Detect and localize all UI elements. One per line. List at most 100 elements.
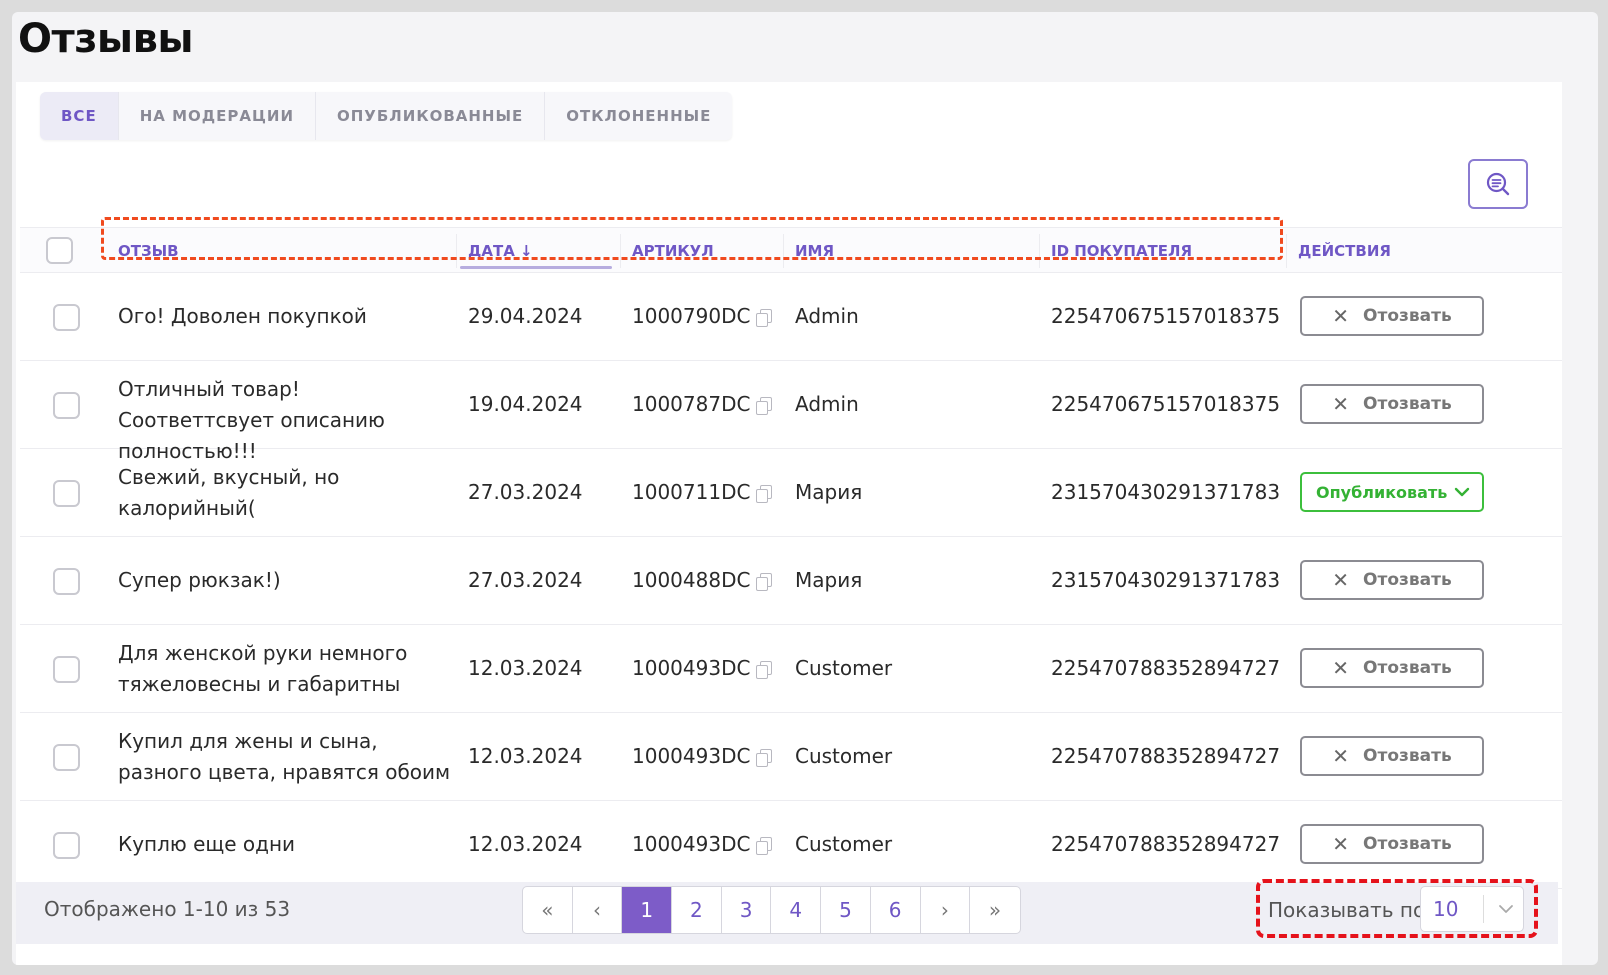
sku-cell: 1000493DC [632, 832, 773, 856]
prev-page-button[interactable]: ‹ [573, 887, 623, 933]
column-header-sku[interactable]: АРТИКУЛ [632, 228, 714, 274]
column-header-name[interactable]: ИМЯ [795, 228, 834, 274]
tab-all[interactable]: ВСЕ [40, 92, 119, 140]
copy-icon[interactable] [756, 661, 773, 679]
revoke-button[interactable]: ✕ Отозвать [1300, 296, 1484, 336]
publish-label: Опубликовать [1316, 482, 1448, 502]
review-date: 27.03.2024 [468, 480, 583, 504]
table-footer: Отображено 1-10 из 53 « ‹ 1 2 3 4 5 6 › … [16, 882, 1558, 944]
sku-cell: 1000711DC [632, 480, 773, 504]
row-checkbox[interactable] [53, 568, 80, 595]
table-row: Ого! Доволен покупкой 29.04.2024 1000790… [20, 273, 1562, 361]
row-checkbox[interactable] [53, 392, 80, 419]
sku-cell: 1000488DC [632, 568, 773, 592]
close-icon: ✕ [1332, 568, 1350, 592]
copy-icon[interactable] [756, 837, 773, 855]
first-page-button[interactable]: « [523, 887, 573, 933]
search-list-icon [1486, 172, 1510, 196]
page-button-3[interactable]: 3 [722, 887, 772, 933]
page-button-6[interactable]: 6 [871, 887, 921, 933]
last-page-button[interactable]: » [970, 887, 1020, 933]
review-text: Для женской руки немного тяжеловесны и г… [118, 641, 408, 696]
review-date: 12.03.2024 [468, 656, 583, 680]
tab-moderation[interactable]: НА МОДЕРАЦИИ [119, 92, 316, 140]
column-header-review[interactable]: ОТЗЫВ [118, 228, 179, 274]
column-divider [783, 234, 784, 268]
table-header: ОТЗЫВ ДАТА ↓ АРТИКУЛ ИМЯ ID ПОКУПАТЕЛЯ Д… [20, 227, 1562, 273]
customer-name: Customer [795, 744, 893, 768]
revoke-button[interactable]: ✕ Отозвать [1300, 384, 1484, 424]
pagination: « ‹ 1 2 3 4 5 6 › » [522, 886, 1021, 934]
copy-icon[interactable] [756, 309, 773, 327]
page-button-1[interactable]: 1 [622, 887, 673, 933]
review-date: 12.03.2024 [468, 744, 583, 768]
revoke-button[interactable]: ✕ Отозвать [1300, 648, 1484, 688]
column-header-actions: ДЕЙСТВИЯ [1298, 242, 1391, 260]
tab-rejected[interactable]: ОТКЛОНЕННЫЕ [545, 92, 732, 140]
row-checkbox[interactable] [53, 480, 80, 507]
copy-icon[interactable] [756, 573, 773, 591]
publish-dropdown-button[interactable]: Опубликовать [1300, 472, 1484, 512]
sort-indicator [460, 266, 612, 269]
close-icon: ✕ [1332, 304, 1350, 328]
table-row: Отличный товар! Соответтсвует описанию п… [20, 361, 1562, 463]
table-row: Для женской руки немного тяжеловесны и г… [20, 625, 1562, 713]
sku-value: 1000493DC [632, 832, 751, 856]
row-checkbox[interactable] [53, 832, 80, 859]
review-date: 27.03.2024 [468, 568, 583, 592]
close-icon: ✕ [1332, 392, 1350, 416]
tab-bar: ВСЕ НА МОДЕРАЦИИ ОПУБЛИКОВАННЫЕ ОТКЛОНЕН… [40, 92, 733, 140]
table-row: Купил для жены и сына, разного цвета, нр… [20, 713, 1562, 801]
sku-value: 1000787DC [632, 392, 751, 416]
customer-name: Мария [795, 480, 863, 504]
revoke-label: Отозвать [1363, 570, 1452, 590]
chevron-down-icon [1499, 905, 1513, 913]
sku-value: 1000790DC [632, 304, 751, 328]
column-divider [1286, 234, 1287, 268]
close-icon: ✕ [1332, 656, 1350, 680]
table-row: Куплю еще одни 12.03.2024 1000493DC Cust… [20, 801, 1562, 889]
select-all-checkbox[interactable] [46, 237, 73, 264]
review-date: 29.04.2024 [468, 304, 583, 328]
close-icon: ✕ [1332, 832, 1350, 856]
buyer-id: 231570430291371783 [1051, 480, 1281, 504]
buyer-id: 231570430291371783 [1051, 568, 1281, 592]
revoke-button[interactable]: ✕ Отозвать [1300, 560, 1484, 600]
copy-icon[interactable] [756, 397, 773, 415]
review-text: Купил для жены и сына, разного цвета, нр… [118, 729, 451, 784]
row-checkbox[interactable] [53, 656, 80, 683]
review-text: Свежий, вкусный, но калорийный( [118, 465, 340, 520]
revoke-label: Отозвать [1363, 394, 1452, 414]
revoke-button[interactable]: ✕ Отозвать [1300, 824, 1484, 864]
column-divider [456, 234, 457, 268]
page-button-4[interactable]: 4 [771, 887, 822, 933]
copy-icon[interactable] [756, 749, 773, 767]
sku-cell: 1000787DC [632, 392, 773, 416]
revoke-label: Отозвать [1363, 658, 1452, 678]
search-filter-button[interactable] [1468, 159, 1528, 209]
sku-value: 1000488DC [632, 568, 751, 592]
buyer-id: 225470675157018375 [1051, 392, 1281, 416]
revoke-button[interactable]: ✕ Отозвать [1300, 736, 1484, 776]
table-row: Супер рюкзак!) 27.03.2024 1000488DC Мари… [20, 537, 1562, 625]
column-header-buyer-id[interactable]: ID ПОКУПАТЕЛЯ [1051, 228, 1192, 274]
buyer-id: 225470788352894727 [1051, 744, 1281, 768]
customer-name: Customer [795, 832, 893, 856]
column-divider [620, 234, 621, 268]
per-page-select[interactable]: 10 [1420, 886, 1524, 932]
next-page-button[interactable]: › [921, 887, 971, 933]
select-divider [1483, 895, 1484, 923]
revoke-label: Отозвать [1363, 306, 1452, 326]
row-checkbox[interactable] [53, 744, 80, 771]
per-page-value: 10 [1433, 897, 1459, 921]
page-button-2[interactable]: 2 [672, 887, 722, 933]
tab-published[interactable]: ОПУБЛИКОВАННЫЕ [316, 92, 546, 140]
copy-icon[interactable] [756, 485, 773, 503]
review-date: 12.03.2024 [468, 832, 583, 856]
row-checkbox[interactable] [53, 304, 80, 331]
buyer-id: 225470675157018375 [1051, 304, 1281, 328]
page-button-5[interactable]: 5 [821, 887, 871, 933]
sku-cell: 1000790DC [632, 304, 773, 328]
sku-value: 1000493DC [632, 656, 751, 680]
revoke-label: Отозвать [1363, 746, 1452, 766]
